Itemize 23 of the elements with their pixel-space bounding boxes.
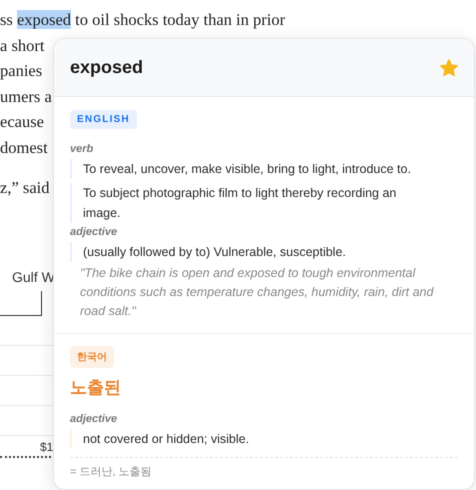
definition-text: To subject photographic film to light thereby recording an image. bbox=[70, 183, 458, 223]
part-of-speech: adjective bbox=[70, 226, 118, 238]
definition-text: To reveal, uncover, make visible, bring to light, introduce to. bbox=[70, 159, 458, 179]
article-text: ss exposed to oil shocks today than in prior bbox=[0, 9, 286, 31]
definition-text: not covered or hidden; visible. bbox=[70, 429, 458, 449]
synonyms-text: = 드러난, 노출됨 bbox=[70, 457, 458, 479]
translation-word: 노출된 bbox=[70, 377, 121, 399]
star-icon[interactable] bbox=[439, 58, 459, 78]
article-text: domest bbox=[0, 136, 48, 158]
definition-text: (usually followed by to) Vulnerable, susceptible. bbox=[70, 242, 458, 262]
article-text: ecause bbox=[0, 111, 44, 133]
article-text: umers a bbox=[0, 86, 52, 108]
language-badge: 한국어 bbox=[70, 346, 114, 368]
part-of-speech: verb bbox=[70, 143, 94, 155]
article-text: panies bbox=[0, 60, 42, 82]
language-badge: ENGLISH bbox=[70, 110, 137, 129]
article-text: z,” said bbox=[0, 177, 50, 199]
word-title: exposed bbox=[70, 57, 144, 78]
part-of-speech: adjective bbox=[70, 413, 118, 425]
article-text: a short bbox=[0, 34, 44, 56]
legend-box bbox=[0, 290, 42, 316]
example-sentence: "The bike chain is open and exposed to tough environmental conditions such as temperature changes, humidity, rain, dirt and road salt." bbox=[79, 265, 435, 320]
value-label: $1 bbox=[39, 440, 54, 454]
